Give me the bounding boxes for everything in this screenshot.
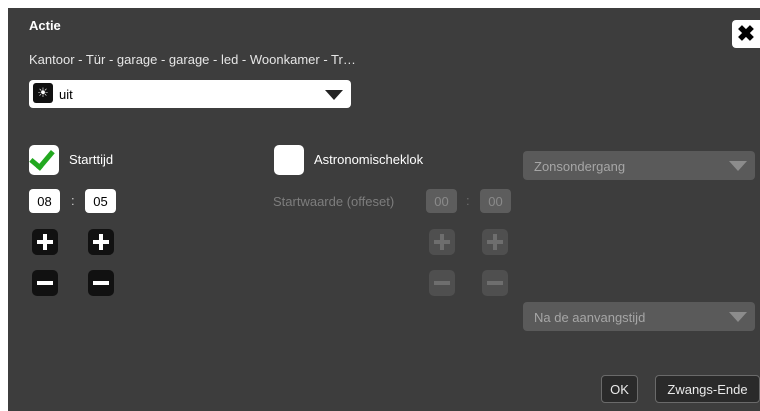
time-relation-value: Na de aanvangstijd <box>534 310 646 325</box>
chevron-down-icon <box>325 90 343 100</box>
chevron-down-icon <box>729 312 747 322</box>
minutes-increment-button[interactable] <box>88 229 114 255</box>
action-dialog: Actie Kantoor - Tür - garage - garage - … <box>8 8 760 411</box>
starttijd-label: Starttijd <box>69 152 114 167</box>
close-button[interactable]: ✖ <box>732 20 760 48</box>
close-icon: ✖ <box>736 21 756 46</box>
plus-icon-stem <box>493 234 497 250</box>
time-relation-dropdown[interactable]: Na de aanvangstijd <box>523 302 755 331</box>
offset-hours-decrement-button[interactable] <box>429 270 455 296</box>
hours-decrement-button[interactable] <box>32 270 58 296</box>
offset-label: Startwaarde (offeset) <box>273 194 395 209</box>
offset-separator: : <box>466 193 470 208</box>
plus-icon-stem <box>99 234 103 250</box>
chevron-down-icon <box>729 161 747 171</box>
time-separator: : <box>71 193 75 208</box>
dialog-title: Actie <box>29 18 61 33</box>
start-hours-input[interactable]: 08 <box>29 189 60 213</box>
action-select-value: uit <box>59 87 73 102</box>
minus-icon <box>93 281 109 285</box>
light-bulb-icon: ☀ <box>33 83 53 103</box>
action-select[interactable]: ☀ uit <box>29 80 351 108</box>
plus-icon-stem <box>43 234 47 250</box>
offset-minutes-increment-button[interactable] <box>482 229 508 255</box>
force-end-button[interactable]: Zwangs-Ende <box>655 375 760 403</box>
device-list-text: Kantoor - Tür - garage - garage - led - … <box>29 52 356 67</box>
astronomischeklok-checkbox[interactable] <box>274 145 304 175</box>
start-minutes-input[interactable]: 05 <box>85 189 116 213</box>
minus-icon <box>487 281 503 285</box>
minutes-decrement-button[interactable] <box>88 270 114 296</box>
offset-hours-input[interactable]: 00 <box>426 189 457 213</box>
minus-icon <box>37 281 53 285</box>
sun-event-dropdown[interactable]: Zonsondergang <box>523 151 755 180</box>
checkmark-icon <box>29 144 55 171</box>
minus-icon <box>434 281 450 285</box>
starttijd-checkbox[interactable] <box>29 144 59 175</box>
hours-increment-button[interactable] <box>32 229 58 255</box>
ok-button[interactable]: OK <box>601 375 638 403</box>
sun-event-value: Zonsondergang <box>534 159 626 174</box>
offset-minutes-decrement-button[interactable] <box>482 270 508 296</box>
astronomischeklok-label: Astronomischeklok <box>314 152 424 167</box>
offset-minutes-input[interactable]: 00 <box>480 189 511 213</box>
offset-hours-increment-button[interactable] <box>429 229 455 255</box>
plus-icon-stem <box>440 234 444 250</box>
